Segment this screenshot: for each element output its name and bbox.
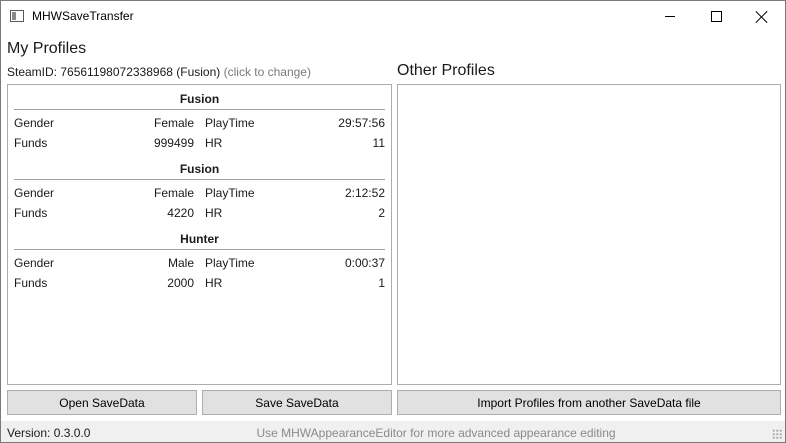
gender-label: Gender xyxy=(14,256,55,270)
playtime-label: PlayTime xyxy=(205,256,255,270)
my-profiles-list[interactable]: Fusion Gender Female PlayTime 29:57:56 F… xyxy=(7,84,392,385)
minimize-icon xyxy=(665,16,675,17)
gender-value: Female xyxy=(153,186,194,200)
profile-name: Fusion xyxy=(179,92,220,106)
profile-name: Fusion xyxy=(179,162,220,176)
profile-card[interactable]: Hunter Gender Male PlayTime 0:00:37 Fund… xyxy=(8,225,391,295)
funds-label: Funds xyxy=(14,276,48,290)
profile-card[interactable]: Fusion Gender Female PlayTime 29:57:56 F… xyxy=(8,85,391,155)
profile-name: Hunter xyxy=(180,232,219,246)
funds-value: 2000 xyxy=(167,276,194,290)
profile-divider xyxy=(14,109,385,110)
gender-label: Gender xyxy=(14,116,55,130)
close-button[interactable] xyxy=(739,1,785,32)
my-profiles-heading: My Profiles xyxy=(7,40,87,57)
profile-divider xyxy=(14,179,385,180)
close-icon xyxy=(756,11,768,23)
hr-label: HR xyxy=(205,276,223,290)
hr-label: HR xyxy=(205,206,223,220)
steam-id-selector[interactable]: SteamID: 76561198072338968 (Fusion) (cli… xyxy=(7,65,311,79)
title-bar[interactable]: MHWSaveTransfer xyxy=(1,1,785,32)
funds-value: 999499 xyxy=(153,136,194,150)
maximize-button[interactable] xyxy=(693,1,739,32)
profile-divider xyxy=(14,249,385,250)
app-window-icon xyxy=(10,10,24,22)
hr-label: HR xyxy=(205,136,223,150)
steam-id-text: SteamID: 76561198072338968 (Fusion) xyxy=(7,65,221,79)
gender-label: Gender xyxy=(14,186,55,200)
gender-value: Male xyxy=(167,256,194,270)
hr-value: 1 xyxy=(378,276,385,290)
save-savedata-button[interactable]: Save SaveData xyxy=(202,390,392,415)
hr-value: 11 xyxy=(372,136,385,150)
resize-grip-icon[interactable] xyxy=(772,429,782,439)
playtime-value: 29:57:56 xyxy=(338,116,385,130)
funds-label: Funds xyxy=(14,206,48,220)
funds-value: 4220 xyxy=(167,206,194,220)
gender-value: Female xyxy=(153,116,194,130)
playtime-value: 0:00:37 xyxy=(344,256,385,270)
hr-value: 2 xyxy=(378,206,385,220)
playtime-label: PlayTime xyxy=(205,186,255,200)
playtime-label: PlayTime xyxy=(205,116,255,130)
other-profiles-heading: Other Profiles xyxy=(397,62,495,79)
minimize-button[interactable] xyxy=(647,1,693,32)
steam-id-change-hint[interactable]: (click to change) xyxy=(224,65,311,79)
funds-label: Funds xyxy=(14,136,48,150)
maximize-icon xyxy=(710,11,722,22)
import-profiles-button[interactable]: Import Profiles from another SaveData fi… xyxy=(397,390,781,415)
appearance-editor-hint: Use MHWAppearanceEditor for more advance… xyxy=(256,426,616,440)
other-profiles-list[interactable] xyxy=(397,84,781,385)
window-title: MHWSaveTransfer xyxy=(32,9,134,23)
playtime-value: 2:12:52 xyxy=(344,186,385,200)
app-window: MHWSaveTransfer My Profiles SteamID: 765… xyxy=(0,0,786,443)
open-savedata-button[interactable]: Open SaveData xyxy=(7,390,197,415)
profile-card[interactable]: Fusion Gender Female PlayTime 2:12:52 Fu… xyxy=(8,155,391,225)
status-bar: Version: 0.3.0.0 Use MHWAppearanceEditor… xyxy=(1,421,785,442)
